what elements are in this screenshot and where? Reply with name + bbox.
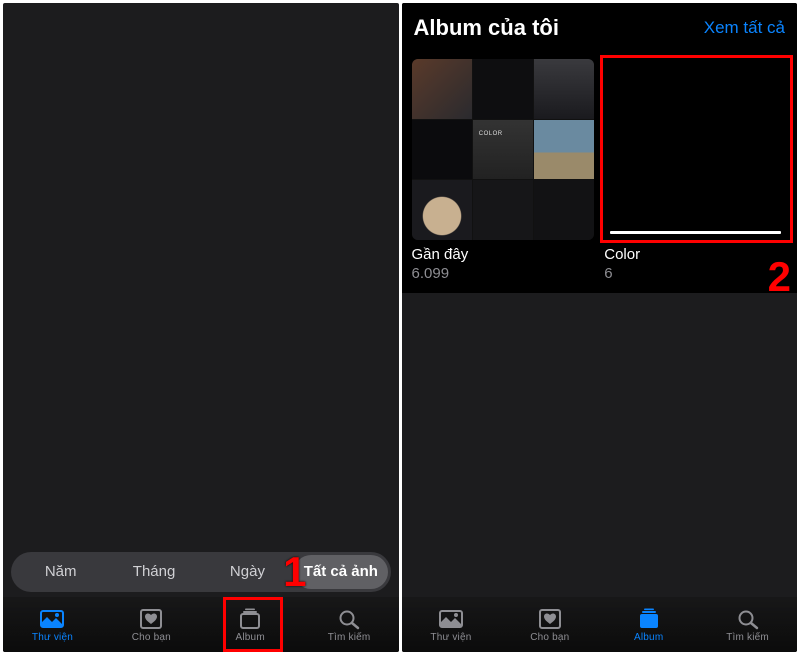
tab-library[interactable]: Thư viện (402, 598, 501, 652)
annotation-number-1: 1 (283, 548, 306, 596)
album-recents-name: Gần đây (412, 246, 595, 264)
search-icon (735, 608, 761, 630)
phone-left: Năm Tháng Ngày Tất cả ảnh Thư viện Cho b… (3, 3, 399, 652)
photos-icon (39, 608, 65, 630)
tab-album[interactable]: Album (201, 598, 300, 652)
albums-row: Gần đây 6.099 Color 6 (402, 53, 798, 293)
heart-square-icon (138, 608, 164, 630)
albums-icon (237, 608, 263, 630)
see-all-link[interactable]: Xem tất cả (704, 18, 785, 38)
phone-right: Album của tôi Xem tất cả Gần đây 6.099 C… (402, 3, 798, 652)
tab-search[interactable]: Tìm kiếm (698, 598, 797, 652)
tab-for-you[interactable]: Cho bạn (500, 598, 599, 652)
tab-library[interactable]: Thư viện (3, 598, 102, 652)
tab-library-label: Thư viện (32, 632, 73, 643)
tab-album[interactable]: Album (599, 598, 698, 652)
tab-for-you[interactable]: Cho bạn (102, 598, 201, 652)
time-segment-control[interactable]: Năm Tháng Ngày Tất cả ảnh (11, 552, 391, 592)
tab-for-you-label: Cho bạn (530, 632, 569, 643)
album-color-count: 6 (604, 264, 787, 284)
tab-album-label: Album (236, 632, 265, 643)
album-color[interactable]: Color 6 (604, 59, 787, 283)
heart-square-icon (537, 608, 563, 630)
album-color-thumb (604, 59, 787, 240)
album-recents-count: 6.099 (412, 264, 595, 284)
tab-for-you-label: Cho bạn (132, 632, 171, 643)
tab-search[interactable]: Tìm kiếm (300, 598, 399, 652)
tab-search-label: Tìm kiếm (328, 632, 371, 643)
albums-screen-body (402, 293, 798, 597)
photos-icon (438, 608, 464, 630)
segment-year[interactable]: Năm (14, 555, 107, 589)
my-albums-title: Album của tôi (414, 15, 559, 41)
album-recents[interactable]: Gần đây 6.099 (412, 59, 595, 283)
tab-album-label: Album (634, 632, 663, 643)
annotation-number-2: 2 (768, 253, 791, 301)
tab-bar: Thư viện Cho bạn Album Tìm kiếm (3, 597, 399, 652)
album-recents-thumb (412, 59, 595, 240)
search-icon (336, 608, 362, 630)
segment-month[interactable]: Tháng (107, 555, 200, 589)
segment-all-photos[interactable]: Tất cả ảnh (294, 555, 387, 589)
albums-header: Album của tôi Xem tất cả (402, 3, 798, 53)
albums-icon (636, 608, 662, 630)
album-color-name: Color (604, 246, 787, 264)
segment-day[interactable]: Ngày (201, 555, 294, 589)
tab-library-label: Thư viện (430, 632, 471, 643)
tab-bar: Thư viện Cho bạn Album Tìm kiếm (402, 597, 798, 652)
tab-search-label: Tìm kiếm (726, 632, 769, 643)
